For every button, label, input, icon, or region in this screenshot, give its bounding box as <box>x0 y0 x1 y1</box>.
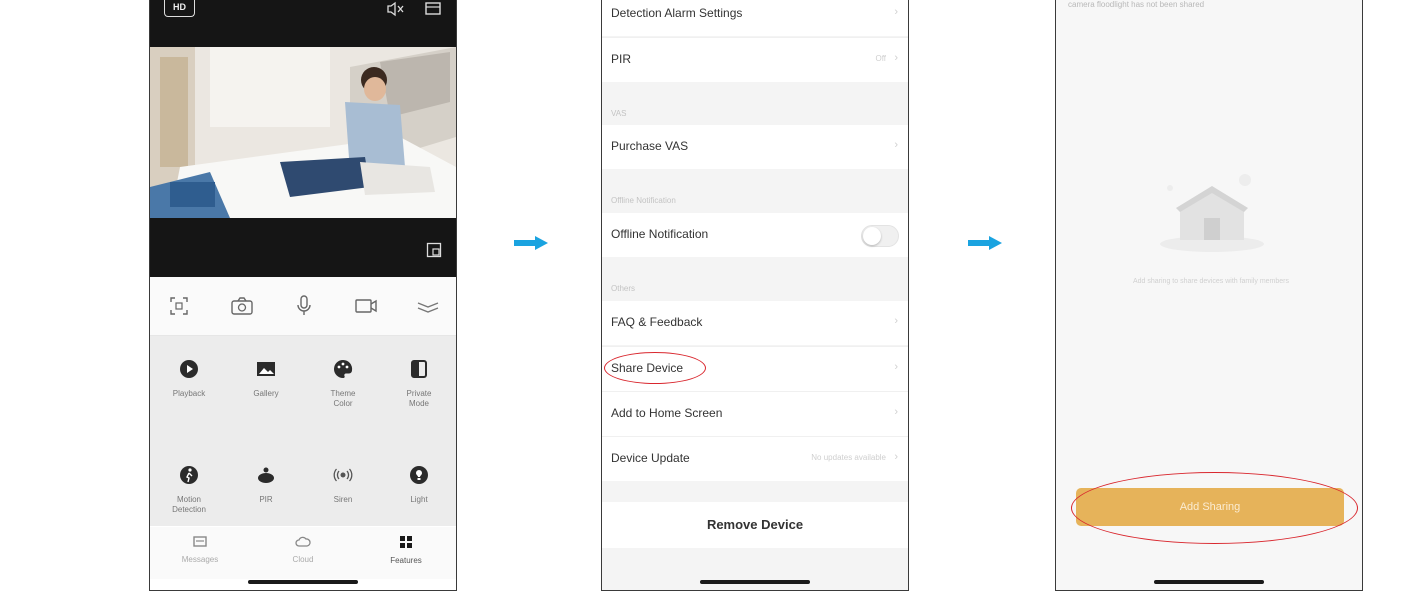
control-bar <box>150 277 456 336</box>
arrow-right-icon <box>514 236 548 250</box>
chevron-right-icon: › <box>894 315 898 327</box>
highlight-circle <box>1071 472 1358 544</box>
palette-icon <box>334 359 353 378</box>
collapse-icon[interactable] <box>415 293 441 319</box>
tab-label: Cloud <box>292 555 314 564</box>
home-indicator <box>248 580 358 584</box>
feature-playback[interactable]: Playback <box>154 358 224 399</box>
empty-state-icon <box>1160 174 1264 252</box>
chevron-right-icon: › <box>894 52 898 64</box>
tab-features[interactable]: Features <box>366 535 446 565</box>
tab-label: Messages <box>181 555 219 564</box>
play-icon <box>180 360 198 378</box>
device-update-value: No updates available <box>811 453 886 462</box>
chevron-right-icon: › <box>894 361 898 373</box>
video-scene <box>150 47 456 218</box>
row-label: FAQ & Feedback <box>611 315 703 329</box>
tab-messages[interactable]: Messages <box>160 535 240 564</box>
row-label: Add to Home Screen <box>611 406 723 420</box>
feature-label: Private Mode <box>406 389 432 408</box>
feature-private-mode[interactable]: Private Mode <box>384 358 454 409</box>
phone-device-settings: Detection Alarm Settings › PIR Off › VAS… <box>601 0 909 591</box>
share-hint: camera floodlight has not been shared <box>1068 0 1205 9</box>
pir-value: Off <box>875 54 886 63</box>
feature-siren[interactable]: Siren <box>308 464 378 505</box>
row-purchase-vas[interactable]: Purchase VAS › <box>602 125 908 169</box>
hd-toggle[interactable]: HD <box>164 0 195 17</box>
row-add-home-screen[interactable]: Add to Home Screen › <box>602 391 908 436</box>
feature-pir[interactable]: PIR <box>231 464 301 505</box>
row-label: Purchase VAS <box>611 139 689 153</box>
scan-icon[interactable] <box>166 293 192 319</box>
row-offline-notification: Offline Notification <box>602 213 908 257</box>
feature-label: Theme Color <box>330 389 356 408</box>
messages-icon <box>193 536 207 547</box>
feature-light[interactable]: Light <box>384 464 454 505</box>
offline-notification-toggle[interactable] <box>861 225 899 247</box>
row-pir[interactable]: PIR Off › <box>602 37 908 82</box>
bottom-tab-bar: Messages Cloud Features <box>150 527 456 579</box>
chevron-right-icon: › <box>894 406 898 418</box>
toggle-knob <box>863 227 881 245</box>
light-icon <box>410 466 428 484</box>
fullscreen-icon[interactable] <box>424 1 442 17</box>
remove-device-button[interactable]: Remove Device <box>602 502 908 548</box>
feature-gallery[interactable]: Gallery <box>231 358 301 399</box>
private-mode-icon <box>411 360 427 378</box>
home-indicator <box>700 580 810 584</box>
camera-icon[interactable] <box>229 293 255 319</box>
row-label: Device Update <box>611 451 690 465</box>
section-offline: Offline Notification <box>611 196 676 205</box>
feature-label: Playback <box>172 389 206 398</box>
gallery-icon <box>257 362 275 376</box>
chevron-right-icon: › <box>894 6 898 18</box>
row-detection-alarm[interactable]: Detection Alarm Settings › <box>602 0 908 36</box>
phone-camera-view: HD Playback Gallery Theme Color Private … <box>149 0 457 591</box>
row-label: Offline Notification <box>611 227 709 241</box>
tab-label: Features <box>390 556 422 565</box>
features-icon <box>400 536 412 548</box>
top-toolbar: HD <box>150 0 456 47</box>
motion-icon <box>180 466 198 484</box>
feature-label: PIR <box>259 495 273 504</box>
microphone-icon[interactable] <box>291 293 317 319</box>
highlight-circle <box>604 352 706 384</box>
chevron-right-icon: › <box>894 451 898 463</box>
live-video-feed[interactable] <box>150 47 456 218</box>
siren-icon <box>333 468 353 482</box>
pir-icon <box>258 467 274 483</box>
feature-label: Gallery <box>253 389 279 398</box>
record-icon[interactable] <box>353 293 379 319</box>
feature-label: Light <box>410 495 428 504</box>
feature-theme-color[interactable]: Theme Color <box>308 358 378 409</box>
empty-state-text: Add sharing to share devices with family… <box>1132 278 1289 285</box>
cloud-icon <box>295 536 311 547</box>
row-faq-feedback[interactable]: FAQ & Feedback › <box>602 301 908 345</box>
home-indicator <box>1154 580 1264 584</box>
feature-motion-detection[interactable]: Motion Detection <box>154 464 224 515</box>
mute-icon[interactable] <box>386 1 406 17</box>
phone-share-device: camera floodlight has not been shared Ad… <box>1055 0 1363 591</box>
row-label: Detection Alarm Settings <box>611 6 743 20</box>
arrow-right-icon <box>968 236 1002 250</box>
feature-label: Motion Detection <box>172 495 206 514</box>
tab-cloud[interactable]: Cloud <box>263 535 343 564</box>
row-device-update[interactable]: Device Update No updates available › <box>602 436 908 481</box>
section-vas: VAS <box>611 109 627 118</box>
row-label: PIR <box>611 52 632 66</box>
screenshot-icon[interactable] <box>426 242 442 258</box>
chevron-right-icon: › <box>894 139 898 151</box>
video-lower-bar <box>150 218 456 277</box>
section-others: Others <box>611 284 636 293</box>
feature-grid: Playback Gallery Theme Color Private Mod… <box>150 336 456 526</box>
feature-label: Siren <box>333 495 353 504</box>
